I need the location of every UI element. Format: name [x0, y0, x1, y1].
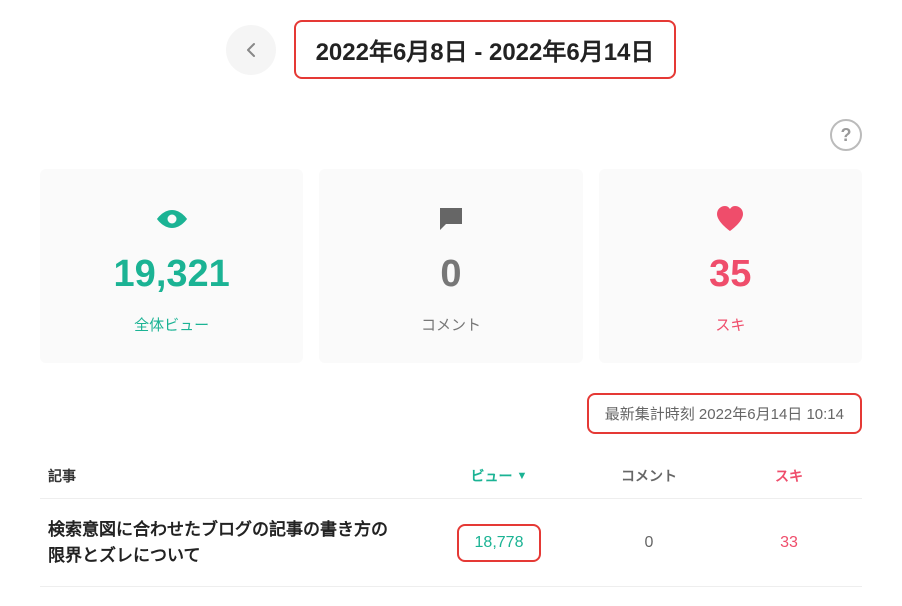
- article-title: 検索意図に合わせたブログの記事の書き方の限界とズレについて: [48, 517, 424, 568]
- table-header-row: 記事 ビュー ▼ コメント スキ: [40, 454, 862, 499]
- timestamp-row: 最新集計時刻 2022年6月14日 10:14: [40, 393, 862, 434]
- article-views-cell: 18,778: [424, 524, 574, 562]
- help-icon[interactable]: ?: [830, 119, 862, 151]
- column-header-views[interactable]: ビュー ▼: [424, 466, 574, 486]
- date-navigation: 2022年6月8日 - 2022年6月14日: [40, 20, 862, 79]
- column-header-comments[interactable]: コメント: [574, 466, 724, 486]
- likes-value: 35: [609, 253, 852, 296]
- chevron-left-icon: [244, 42, 258, 58]
- column-header-likes[interactable]: スキ: [724, 466, 854, 486]
- speech-bubble-icon: [329, 199, 572, 239]
- comments-value: 0: [329, 253, 572, 296]
- previous-period-button[interactable]: [226, 25, 276, 75]
- likes-card[interactable]: 35 スキ: [599, 169, 862, 363]
- article-likes-value: 33: [724, 534, 854, 552]
- sort-descending-icon: ▼: [517, 470, 528, 482]
- views-value: 19,321: [50, 253, 293, 296]
- article-views-value: 18,778: [457, 524, 542, 562]
- article-comments-value: 0: [574, 534, 724, 552]
- help-row: ?: [40, 119, 862, 151]
- table-row[interactable]: 検索意図に合わせたブログの記事の書き方の限界とズレについて 18,778 0 3…: [40, 499, 862, 587]
- column-header-views-label: ビュー: [471, 466, 513, 486]
- comments-card[interactable]: 0 コメント: [319, 169, 582, 363]
- date-range[interactable]: 2022年6月8日 - 2022年6月14日: [294, 20, 677, 79]
- likes-label: スキ: [609, 314, 852, 335]
- column-header-title[interactable]: 記事: [48, 466, 424, 486]
- views-card[interactable]: 19,321 全体ビュー: [40, 169, 303, 363]
- eye-icon: [50, 199, 293, 239]
- last-updated-timestamp: 最新集計時刻 2022年6月14日 10:14: [587, 393, 862, 434]
- views-label: 全体ビュー: [50, 314, 293, 335]
- comments-label: コメント: [329, 314, 572, 335]
- stats-row: 19,321 全体ビュー 0 コメント 35 スキ: [40, 169, 862, 363]
- heart-icon: [609, 199, 852, 239]
